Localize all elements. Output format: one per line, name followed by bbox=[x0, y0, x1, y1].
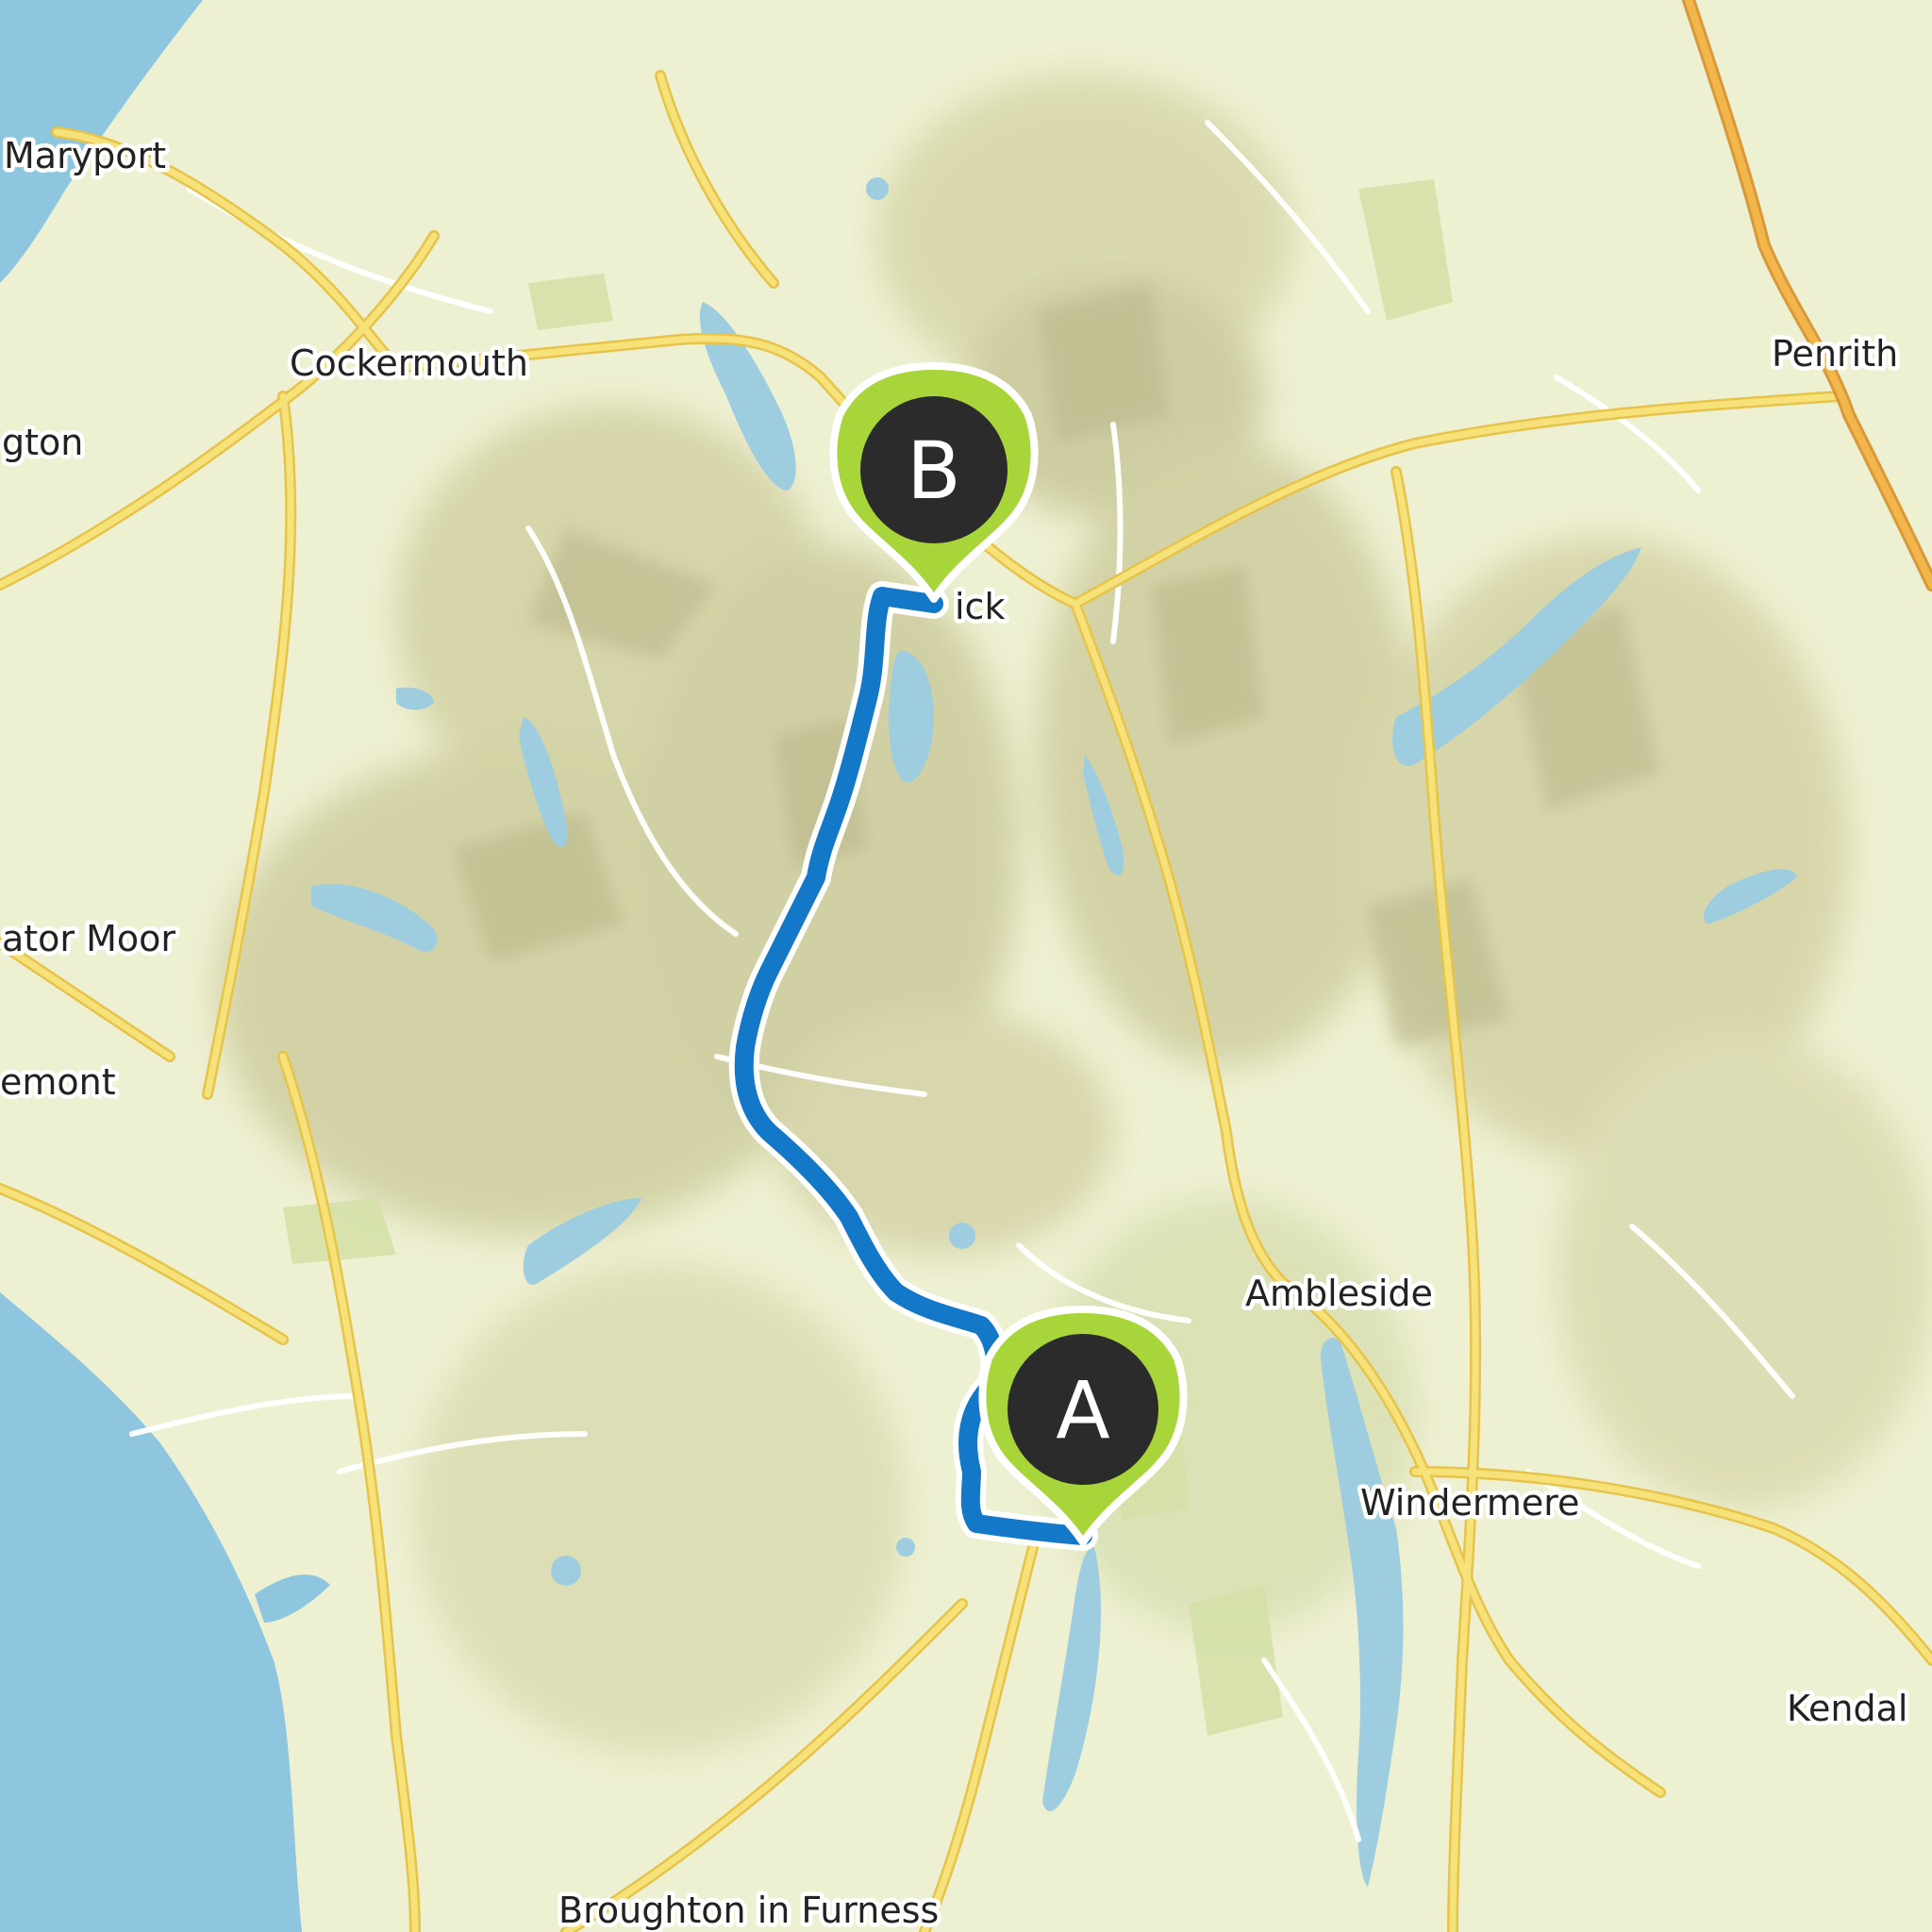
map-canvas[interactable]: Maryport Cockermouth gton ator Moor emon… bbox=[0, 0, 1932, 1932]
place-label-cleator-moor: ator Moor bbox=[2, 918, 175, 959]
place-label-ambleside: Ambleside bbox=[1245, 1273, 1433, 1314]
place-label-keswick: ick bbox=[955, 586, 1005, 627]
place-label-penrith: Penrith bbox=[1772, 333, 1898, 375]
place-label-broughton: Broughton in Furness bbox=[558, 1890, 939, 1931]
start-marker-letter: A bbox=[1056, 1364, 1109, 1457]
place-label-maryport: Maryport bbox=[4, 135, 166, 176]
place-label-kendal: Kendal bbox=[1787, 1688, 1907, 1729]
end-marker-letter: B bbox=[907, 425, 961, 517]
place-label-egremont: emont bbox=[0, 1061, 116, 1103]
place-label-workington: gton bbox=[2, 422, 83, 463]
place-label-windermere: Windermere bbox=[1360, 1482, 1579, 1524]
place-label-cockermouth: Cockermouth bbox=[290, 342, 528, 384]
